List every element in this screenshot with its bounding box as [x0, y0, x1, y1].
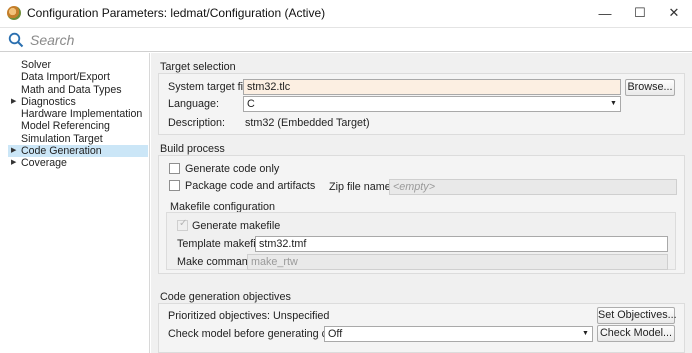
system-target-file-field[interactable]: stm32.tlc	[243, 79, 621, 95]
app-icon	[7, 6, 21, 20]
sidebar-item-simulation-target[interactable]: Simulation Target	[8, 133, 148, 145]
template-makefile-label: Template makefile:	[177, 238, 268, 250]
package-code-label: Package code and artifacts	[185, 180, 316, 192]
category-tree: Solver Data Import/Export Math and Data …	[8, 59, 148, 170]
check-model-button[interactable]: Check Model...	[597, 325, 675, 342]
description-label: Description:	[168, 117, 226, 129]
browse-button[interactable]: Browse...	[625, 79, 675, 96]
search-bar[interactable]: Search	[0, 27, 692, 52]
language-value: C	[247, 98, 255, 110]
set-objectives-button[interactable]: Set Objectives...	[597, 307, 677, 324]
sidebar: Solver Data Import/Export Math and Data …	[0, 53, 150, 353]
generate-makefile-checkbox[interactable]	[177, 218, 188, 231]
check-model-value: Off	[328, 328, 343, 340]
search-icon	[8, 32, 24, 47]
target-selection-title: Target selection	[160, 61, 236, 73]
dropdown-arrow-icon: ▼	[606, 97, 620, 111]
maximize-button[interactable]: ☐	[622, 0, 658, 26]
description-value: stm32 (Embedded Target)	[245, 117, 370, 129]
check-model-label: Check model before generating code:	[168, 328, 349, 340]
generate-makefile-label: Generate makefile	[192, 220, 281, 232]
build-process-title: Build process	[160, 143, 225, 155]
language-label: Language:	[168, 98, 220, 110]
sidebar-item-solver[interactable]: Solver	[8, 59, 148, 71]
objectives-title: Code generation objectives	[160, 291, 291, 303]
template-makefile-field[interactable]: stm32.tmf	[255, 236, 668, 252]
generate-code-only-label: Generate code only	[185, 163, 280, 175]
package-code-checkbox[interactable]	[169, 180, 180, 191]
expand-arrow-icon[interactable]: ▶	[11, 157, 16, 169]
prioritized-objectives-label: Prioritized objectives:	[168, 310, 271, 322]
sidebar-item-code-generation[interactable]: ▶ Code Generation	[8, 145, 148, 158]
window-title: Configuration Parameters: ledmat/Configu…	[27, 6, 326, 20]
sidebar-item-model-referencing[interactable]: Model Referencing	[8, 120, 148, 132]
expand-arrow-icon[interactable]: ▶	[11, 145, 16, 157]
search-input[interactable]: Search	[30, 32, 74, 48]
check-model-dropdown[interactable]: Off ▼	[324, 326, 593, 342]
minimize-button[interactable]: —	[587, 0, 623, 26]
settings-panel: Target selection System target file: stm…	[151, 53, 692, 353]
make-command-field[interactable]: make_rtw	[247, 254, 668, 270]
zip-file-field[interactable]: <empty>	[389, 179, 677, 195]
sidebar-item-coverage[interactable]: ▶ Coverage	[8, 157, 148, 169]
system-target-file-label: System target file:	[168, 81, 255, 93]
prioritized-objectives-value: Unspecified	[273, 310, 330, 322]
zip-file-label: Zip file name:	[329, 181, 394, 193]
close-button[interactable]: ✕	[656, 0, 692, 26]
make-command-label: Make command:	[177, 256, 257, 268]
generate-code-only-checkbox[interactable]	[169, 163, 180, 174]
dropdown-arrow-icon: ▼	[578, 327, 592, 341]
language-dropdown[interactable]: C ▼	[243, 96, 621, 112]
sidebar-item-hardware-implementation[interactable]: Hardware Implementation	[8, 108, 148, 120]
sidebar-item-math-and-data-types[interactable]: Math and Data Types	[8, 84, 148, 96]
title-bar: Configuration Parameters: ledmat/Configu…	[0, 0, 692, 26]
expand-arrow-icon[interactable]: ▶	[11, 96, 16, 108]
sidebar-item-diagnostics[interactable]: ▶ Diagnostics	[8, 96, 148, 108]
sidebar-item-data-import-export[interactable]: Data Import/Export	[8, 71, 148, 83]
